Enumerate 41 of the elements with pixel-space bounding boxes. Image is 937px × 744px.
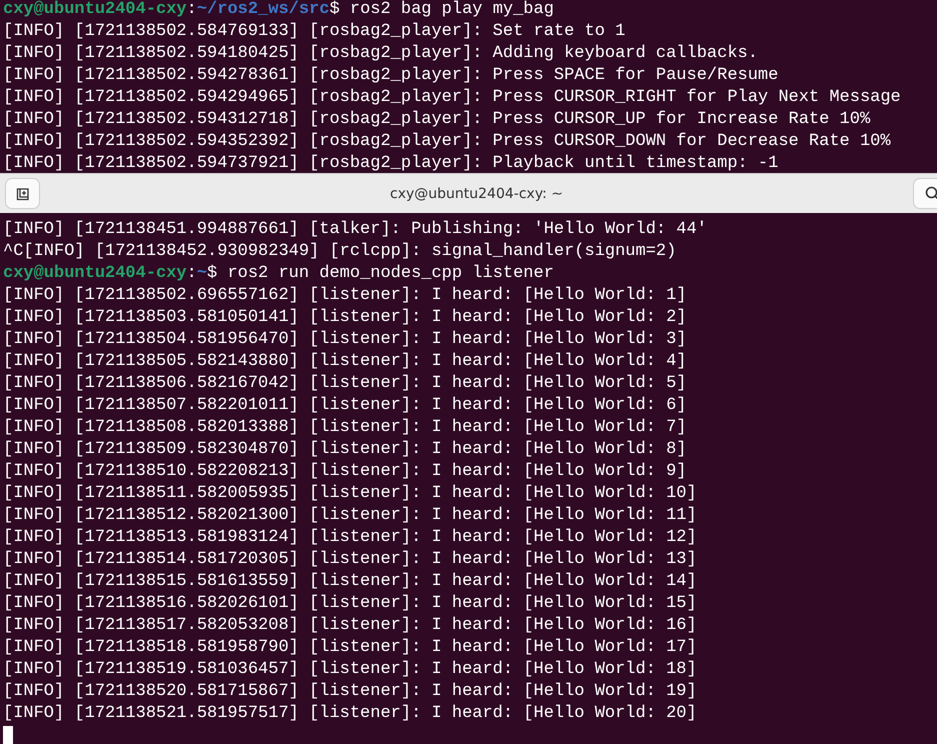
terminal-line: [INFO] [1721138502.594737921] [rosbag2_player]: Playback until timestamp: -1 — [3, 153, 778, 173]
terminal-line: [INFO] [1721138504.581956470] [listener]: I heard: [Hello World: 3] — [3, 329, 687, 351]
prompt-command: $ ros2 run demo_nodes_cpp listener — [207, 263, 554, 285]
terminal-line: [INFO] [1721138502.594352392] [rosbag2_player]: Press CURSOR_DOWN for Decrease Rate 10% — [3, 131, 891, 153]
terminal-line: [INFO] [1721138520.581715867] [listener]: I heard: [Hello World: 19] — [3, 681, 697, 703]
terminal-line: [INFO] [1721138451.994887661] [talker]: Publishing: 'Hello World: 44' — [3, 219, 707, 241]
terminal-line: [INFO] [1721138511.582005935] [listener]: I heard: [Hello World: 10] — [3, 483, 697, 505]
terminal-line: [INFO] [1721138518.581958790] [listener]: I heard: [Hello World: 17] — [3, 637, 697, 659]
search-icon — [925, 186, 937, 202]
terminal-line: ^C[INFO] [1721138452.930982349] [rclcpp]: signal_handler(signum=2) — [3, 241, 676, 263]
terminal-line: [INFO] [1721138521.581957517] [listener]: I heard: [Hello World: 20] — [3, 703, 697, 725]
terminal-line: [INFO] [1721138516.582026101] [listener]: I heard: [Hello World: 15] — [3, 593, 697, 615]
terminal-line: [INFO] [1721138502.594180425] [rosbag2_player]: Adding keyboard callbacks. — [3, 43, 758, 65]
terminal-line: [INFO] [1721138514.581720305] [listener]: I heard: [Hello World: 13] — [3, 549, 697, 571]
terminal-line: [INFO] [1721138515.581613559] [listener]: I heard: [Hello World: 14] — [3, 571, 697, 593]
prompt-colon: : — [186, 0, 197, 21]
window-title: cxy@ubuntu2404-cxy: ~ — [390, 186, 563, 202]
terminal-line: [INFO] [1721138502.584769133] [rosbag2_player]: Set rate to 1 — [3, 21, 626, 43]
prompt-user-host: cxy@ubuntu2404-cxy — [3, 263, 187, 285]
terminal-line: [INFO] [1721138505.582143880] [listener]: I heard: [Hello World: 4] — [3, 351, 687, 373]
terminal-line: [INFO] [1721138517.582053208] [listener]: I heard: [Hello World: 16] — [3, 615, 697, 637]
prompt-path: ~/ros2_ws/src — [196, 0, 330, 21]
terminal-line: [INFO] [1721138506.582167042] [listener]: I heard: [Hello World: 5] — [3, 373, 687, 395]
terminal-line: [INFO] [1721138512.582021300] [listener]: I heard: [Hello World: 11] — [3, 505, 697, 527]
terminal-line: [INFO] [1721138502.594278361] [rosbag2_player]: Press SPACE for Pause/Resume — [3, 65, 778, 87]
terminal-line: [INFO] [1721138502.594294965] [rosbag2_player]: Press CURSOR_RIGHT for Play Next Message — [3, 87, 901, 109]
terminal-line: [INFO] [1721138507.582201011] [listener]: I heard: [Hello World: 6] — [3, 395, 687, 417]
terminal-line: [INFO] [1721138502.696557162] [listener]: I heard: [Hello World: 1] — [3, 285, 687, 307]
prompt-path: ~ — [196, 263, 208, 285]
new-tab-button[interactable] — [5, 178, 40, 209]
terminal-line: [INFO] [1721138513.581983124] [listener]: I heard: [Hello World: 12] — [3, 527, 697, 549]
prompt-user-host: cxy@ubuntu2404-cxy — [3, 0, 187, 21]
terminal-line: [INFO] [1721138519.581036457] [listener]: I heard: [Hello World: 18] — [3, 659, 697, 681]
terminal-line: [INFO] [1721138510.582208213] [listener]: I heard: [Hello World: 9] — [3, 461, 687, 483]
terminal-line: [INFO] [1721138509.582304870] [listener]: I heard: [Hello World: 8] — [3, 439, 687, 461]
terminal-line: [INFO] [1721138503.581050141] [listener]: I heard: [Hello World: 2] — [3, 307, 687, 329]
terminal-line: [INFO] [1721138508.582013388] [listener]: I heard: [Hello World: 7] — [3, 417, 687, 439]
terminal-line: [INFO] [1721138502.594312718] [rosbag2_player]: Press CURSOR_UP for Increase Rate 10% — [3, 109, 870, 131]
new-tab-icon — [16, 186, 30, 200]
prompt-colon: : — [186, 263, 197, 285]
prompt-command: $ ros2 bag play my_bag — [329, 0, 554, 21]
